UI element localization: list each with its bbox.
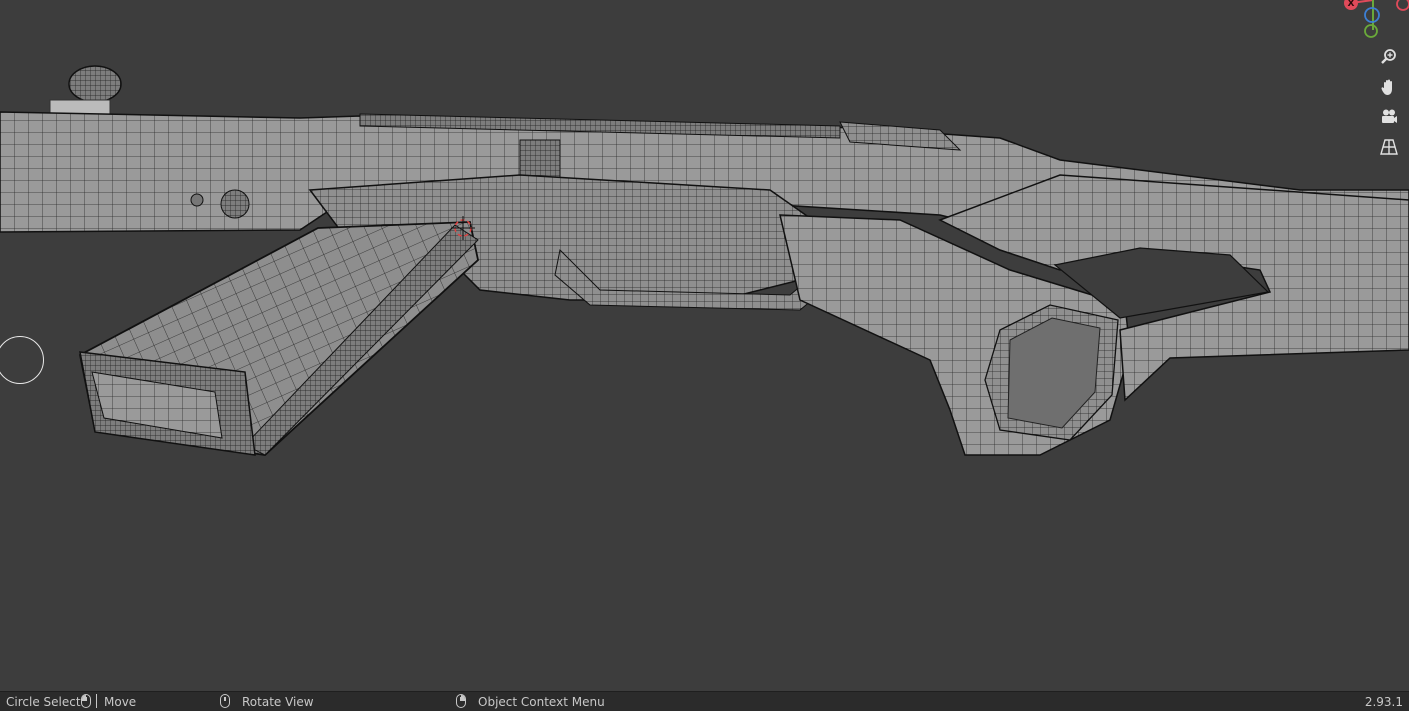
mouse-drag-icon bbox=[92, 694, 97, 708]
pan-button[interactable] bbox=[1375, 73, 1403, 101]
perspective-toggle-button[interactable] bbox=[1375, 133, 1403, 161]
status-circle-select: Circle Select bbox=[6, 695, 81, 709]
3d-viewport[interactable]: X bbox=[0, 0, 1409, 691]
mouse-right-icon bbox=[456, 694, 466, 708]
perspective-grid-icon bbox=[1380, 139, 1398, 155]
top-knob bbox=[68, 65, 122, 103]
status-rotate-view: Rotate View bbox=[242, 695, 314, 709]
zoom-button[interactable] bbox=[1375, 43, 1403, 71]
side-screw bbox=[220, 189, 250, 219]
rifle-wireframe-model bbox=[0, 65, 1409, 456]
axis-gizmo[interactable]: X bbox=[1339, 0, 1409, 44]
status-object-context-menu: Object Context Menu bbox=[478, 695, 605, 709]
camera-view-icon bbox=[1382, 109, 1397, 123]
side-pin bbox=[190, 193, 204, 207]
knob-base bbox=[49, 99, 111, 115]
hand-pan-icon bbox=[1381, 79, 1392, 95]
zoom-icon bbox=[1381, 49, 1396, 64]
gizmo-x-label: X bbox=[1348, 0, 1355, 9]
gizmo-neg-x-handle[interactable] bbox=[1396, 0, 1409, 11]
camera-view-button[interactable] bbox=[1375, 103, 1403, 131]
version-label: 2.93.1 bbox=[1364, 695, 1403, 709]
status-move: Move bbox=[104, 695, 137, 709]
mouse-left-icon bbox=[81, 694, 91, 708]
gizmo-y-handle[interactable] bbox=[1364, 24, 1378, 38]
mouse-middle-icon bbox=[220, 694, 230, 708]
status-bar: Circle Select Move Rotate View Object Co… bbox=[0, 691, 1409, 711]
